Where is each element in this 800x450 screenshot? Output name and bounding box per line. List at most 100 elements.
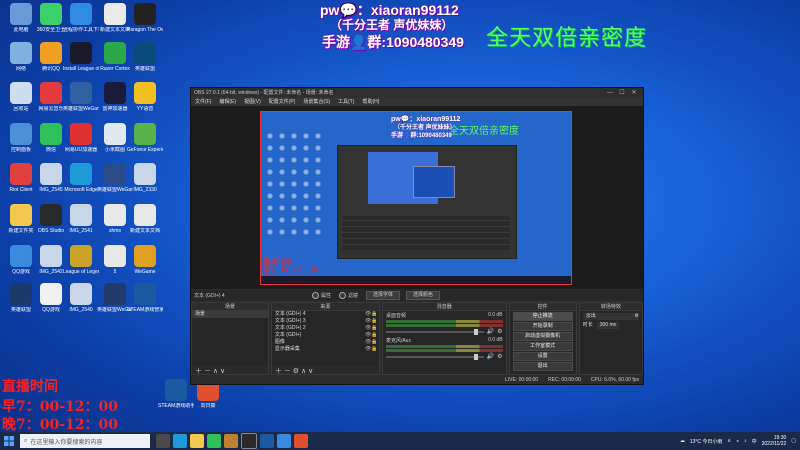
desktop-icon[interactable]: Paragon The Owl [127,3,163,33]
menu-profile[interactable]: 配置文件(P) [269,98,296,105]
close-icon[interactable]: ✕ [628,89,640,96]
menu-tools[interactable]: 工具(T) [338,98,354,105]
notification-icon[interactable]: ▢ [791,438,796,444]
desktop-icon[interactable]: GeForce Experience [127,123,163,153]
app-icon [40,123,62,145]
desktop-icon[interactable]: STEAM游戏助手 [158,379,194,409]
desktop-icon[interactable]: IMG_2540 [63,283,99,313]
file-explorer-icon[interactable] [190,434,204,448]
visibility-lock-icon[interactable]: 👁🔒 [365,318,379,325]
task-view-icon[interactable] [156,434,170,448]
select-font-button[interactable]: 选择字体 [366,290,401,300]
sunflower-icon[interactable] [294,434,308,448]
weather-text[interactable]: 13°C 今日小雨 [690,438,723,445]
control-button[interactable]: 退出 [512,362,573,371]
gear-icon[interactable]: ⚙ [497,353,502,360]
select-color-button[interactable]: 选择颜色 [406,290,441,300]
source-item[interactable]: 文本 (GDI+) 👁🔒 [272,332,379,339]
desktop-icon[interactable]: YY语音 [127,82,163,112]
control-button[interactable]: 设置 [512,352,573,361]
obs-preview[interactable]: pw💬：xiaoran99112 （千分王者 声优妹妹） 手游👤群:109048… [191,106,643,289]
desktop-icon-label: GeForce Experience [127,147,163,153]
taskbar-search[interactable]: ⌕ 在这里输入你要搜索的内容 [20,434,150,448]
app-icon [104,82,126,104]
desktop-icon[interactable]: League of Legends [63,245,99,275]
preview-taskbar [261,276,571,284]
weather-icon[interactable]: ☁ [680,438,685,444]
visibility-lock-icon[interactable]: 👁🔒 [365,339,379,346]
visibility-lock-icon[interactable]: 👁🔒 [365,325,379,332]
gear-icon: ⚙ [634,313,640,319]
app-icon [70,245,92,267]
desktop-icon[interactable]: 新建文本文档 [127,204,163,234]
visibility-lock-icon[interactable]: 👁🔒 [365,332,379,339]
control-button[interactable]: 开始录制 [512,322,573,331]
maximize-icon[interactable]: ☐ [616,89,628,96]
obs-titlebar[interactable]: OBS 27.0.1 (64-bit, windows) - 配置文件: 未命名… [191,88,643,97]
control-button[interactable]: 停止推流 [512,312,573,321]
chevron-up-icon[interactable]: ∧ [727,438,731,444]
desktop-icon[interactable]: 远程协作工具下载 [63,3,99,33]
desktop-icon[interactable]: 网易UU加速器 [63,123,99,153]
source-item[interactable]: 文本 (GDI+) 2 👁🔒 [272,325,379,332]
source-item[interactable]: 文本 (GDI+) 4 👁🔒 [272,311,379,318]
qq-icon[interactable] [277,434,291,448]
start-button[interactable] [0,432,18,450]
source-item[interactable]: 显示器采集 👁🔒 [272,346,379,353]
source-item[interactable]: 图像 👁🔒 [272,339,379,346]
transition-select[interactable]: 淡出 ⚙ [582,313,640,320]
menu-help[interactable]: 帮助(H) [362,98,379,105]
obs-window-title: OBS 27.0.1 (64-bit, windows) - 配置文件: 未命名… [194,90,334,96]
preview-canvas[interactable]: pw💬：xiaoran99112 （千分王者 声优妹妹） 手游👤群:109048… [260,111,572,285]
volume-icon[interactable]: ♪ [744,438,747,444]
source-item[interactable]: 文本 (GDI+) 3 👁🔒 [272,318,379,325]
properties-radio[interactable]: 属性 [312,291,331,299]
control-button[interactable]: 工作室模式 [512,342,573,351]
app-icon [10,283,32,305]
ime-indicator[interactable]: 中 [752,438,757,445]
minimize-icon[interactable]: — [604,90,616,96]
app-icon [104,42,126,64]
steam-icon[interactable] [260,434,274,448]
menu-view[interactable]: 视图(V) [244,98,261,105]
control-button[interactable]: 启动虚拟摄像机 [512,332,573,341]
obs-window[interactable]: OBS 27.0.1 (64-bit, windows) - 配置文件: 未命名… [190,87,644,385]
desktop-icon[interactable]: 英雄联盟WeGame版 [63,82,99,112]
desktop-icon[interactable]: WeGame [127,245,163,275]
app-icon [70,42,92,64]
visibility-lock-icon[interactable]: 👁🔒 [365,346,379,353]
system-tray: ☁ 13°C 今日小雨 ∧ ◒ ♪ 中 19:30 2022/11/22 ▢ [680,435,800,447]
desktop-icon-label: 英雄联盟 [134,66,155,72]
volume-slider[interactable] [385,353,484,360]
app-icon [10,123,32,145]
filters-radio[interactable]: 滤镜 [339,291,358,299]
desktop-icon[interactable]: 英雄联盟 [127,42,163,72]
desktop-icon[interactable]: Install League of [63,42,99,72]
duration-input[interactable]: 300 ms [596,322,620,329]
game-app-icon[interactable] [224,434,238,448]
menu-file[interactable]: 文件(F) [195,98,211,105]
speaker-icon[interactable]: 🔊 [487,353,494,360]
desktop-icon[interactable]: STEAM游戏管家 [127,283,163,313]
speaker-icon[interactable]: 🔊 [487,328,494,335]
desktop-icon[interactable]: IMG_2330 [127,163,163,193]
desktop-icon[interactable]: Microsoft Edge [63,163,99,193]
network-icon[interactable]: ◒ [736,438,739,444]
menu-edit[interactable]: 编辑(E) [219,98,236,105]
visibility-lock-icon[interactable]: 👁🔒 [365,311,379,318]
clock[interactable]: 19:30 2022/11/22 [762,435,787,447]
menu-scene-collection[interactable]: 场景集合(S) [303,98,330,105]
volume-slider[interactable] [385,328,484,335]
app-icon [104,3,126,25]
obs-taskbar-icon[interactable] [241,433,257,449]
gear-icon[interactable]: ⚙ [497,328,502,335]
app-icon [134,3,156,25]
wechat-icon[interactable] [207,434,221,448]
preview-banner: 全天双倍亲密度 [449,126,519,137]
windows-logo-icon [4,436,14,446]
source-name: 文本 (GDI+) 3 [274,318,306,324]
scene-item[interactable]: 场景 [192,311,268,318]
edge-icon[interactable] [173,434,187,448]
desktop-icon[interactable]: IMG_2541 [63,204,99,234]
app-icon [104,283,126,305]
